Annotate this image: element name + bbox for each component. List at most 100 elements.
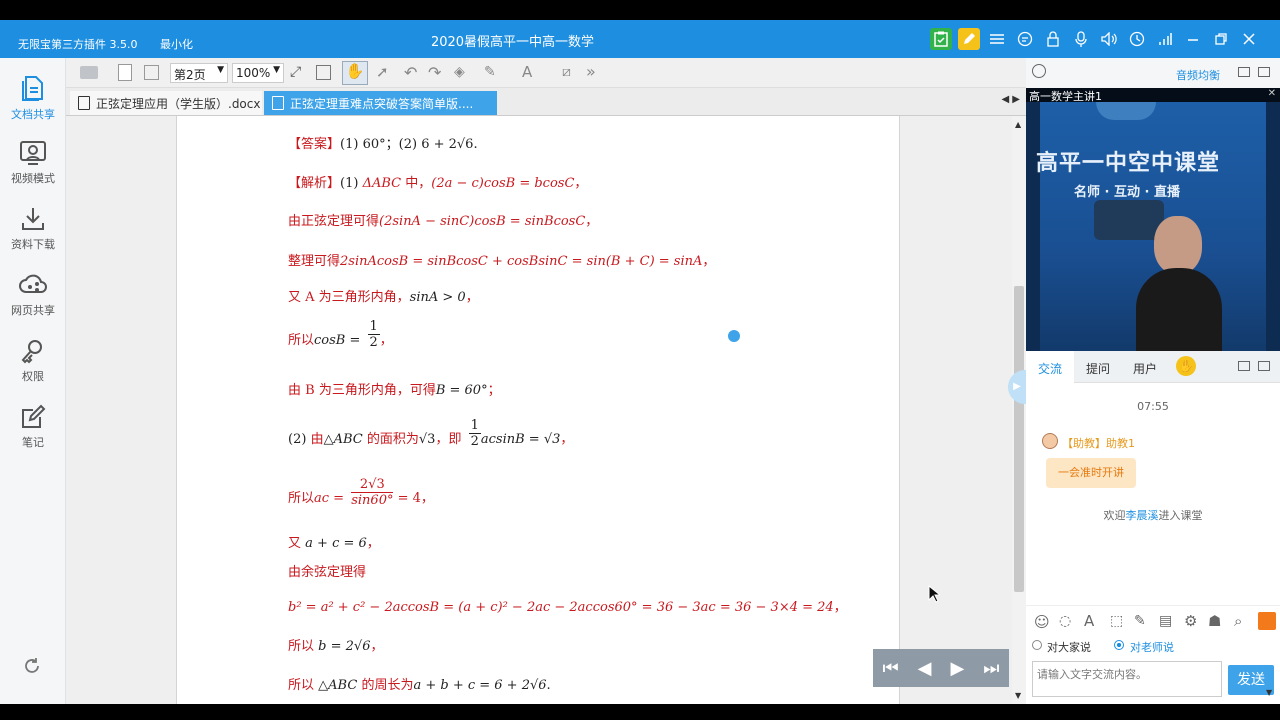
open-folder-icon[interactable] bbox=[80, 66, 98, 79]
sidebar-item-video-mode[interactable]: 视频模式 bbox=[0, 140, 66, 186]
next-page-icon[interactable]: ▶ bbox=[950, 658, 964, 679]
tab-label: 正弦定理重难点突破答案简单版.... bbox=[290, 97, 474, 111]
message-icon[interactable] bbox=[1014, 28, 1036, 50]
cosb-lhs: cosB = bbox=[314, 333, 361, 348]
simplify-line: 整理可得2sinAcosB = sinBcosC + cosBsinC = si… bbox=[288, 250, 715, 269]
voice-icon[interactable]: ⌕ bbox=[1234, 612, 1242, 630]
first-page-icon[interactable]: ⏮ bbox=[882, 658, 898, 679]
download-icon bbox=[22, 208, 44, 230]
chat-scroll-down-icon[interactable]: ▼ bbox=[1266, 688, 1272, 697]
undo-icon[interactable]: ↶ bbox=[404, 63, 417, 82]
analysis-triangle: ΔABC bbox=[362, 176, 402, 191]
answer-sep: ； bbox=[385, 137, 399, 152]
clipboard-icon[interactable] bbox=[930, 28, 952, 50]
chat-timestamp: 07:55 bbox=[1137, 400, 1169, 413]
chat-popout-icon[interactable] bbox=[1258, 361, 1270, 371]
bottom-black-bar bbox=[0, 704, 1280, 720]
eraser-icon[interactable]: ◈ bbox=[454, 64, 465, 80]
tab-users[interactable]: 用户 bbox=[1133, 360, 1157, 377]
scroll-up-icon[interactable]: ▲ bbox=[1015, 120, 1021, 129]
radio-all-icon[interactable] bbox=[1032, 640, 1042, 650]
tab-answer-version[interactable]: 正弦定理重难点突破答案简单版.... bbox=[264, 91, 497, 115]
pencil-icon[interactable] bbox=[958, 28, 980, 50]
window-restore-icon[interactable] bbox=[1210, 28, 1232, 50]
save-icon[interactable] bbox=[144, 65, 159, 80]
sidebar-item-label: 视频模式 bbox=[11, 172, 55, 185]
analysis-line: 【解析】(1) ΔABC 中，(2a − c)cosB = bcosC， bbox=[288, 172, 587, 191]
page-navigation: ⏮ ◀ ▶ ⏭ bbox=[873, 649, 1009, 687]
fit-page-icon[interactable]: ⤢ bbox=[290, 64, 301, 80]
refresh-icon[interactable] bbox=[22, 656, 42, 680]
b-value-line: 所以 b = 2√6， bbox=[288, 635, 383, 654]
shape-tool-icon[interactable]: ⧄ bbox=[562, 64, 571, 80]
fullscreen-icon[interactable] bbox=[316, 65, 331, 80]
microphone-icon[interactable] bbox=[1070, 28, 1092, 50]
hand-tool-icon[interactable]: ✋ bbox=[342, 61, 368, 85]
sidebar-item-label: 权限 bbox=[22, 370, 44, 383]
new-page-icon[interactable] bbox=[118, 64, 132, 81]
clipboard-copy-icon[interactable]: ▤ bbox=[1159, 613, 1172, 629]
angle-a-inequality: sinA > 0 bbox=[409, 290, 466, 305]
sidebar-item-document-share[interactable]: 文档共享 bbox=[0, 74, 66, 122]
gift-icon[interactable] bbox=[1258, 612, 1276, 630]
screenshot-icon[interactable]: ⬚ bbox=[1110, 613, 1123, 629]
chat-tab-bar: 交流 提问 用户 ✋ bbox=[1026, 351, 1280, 383]
tab-questions[interactable]: 提问 bbox=[1086, 360, 1110, 377]
teacher-figure bbox=[1136, 208, 1222, 351]
chat-maximize-icon[interactable] bbox=[1238, 361, 1250, 371]
avatar bbox=[1042, 433, 1058, 449]
radio-teacher-label[interactable]: 对老师说 bbox=[1130, 639, 1174, 655]
page-select[interactable]: 第2页 ▼ bbox=[170, 63, 228, 83]
teacher-video: 高一数学主讲1 ✕ 高平一中空中课堂 名师 · 互动 · 直播 bbox=[1026, 88, 1280, 351]
document-scrollbar[interactable]: ▲ ▼ bbox=[1012, 116, 1026, 704]
scrollbar-thumb[interactable] bbox=[1014, 286, 1024, 592]
tab-student-version[interactable]: 正弦定理应用（学生版）.docx bbox=[70, 91, 262, 115]
sidebar-item-download[interactable]: 资料下载 bbox=[0, 206, 66, 252]
lock-icon[interactable] bbox=[1042, 28, 1064, 50]
pen-tool-icon[interactable]: ✎ bbox=[484, 64, 496, 80]
ac-text: 所以 bbox=[288, 491, 315, 506]
perimeter-end: . bbox=[546, 678, 551, 693]
menu-icon[interactable] bbox=[986, 28, 1008, 50]
scroll-down-icon[interactable]: ▼ bbox=[1015, 691, 1021, 700]
screen-icon[interactable] bbox=[1238, 67, 1250, 77]
font-icon[interactable]: A bbox=[1084, 612, 1094, 630]
clock-icon[interactable] bbox=[1126, 28, 1148, 50]
raise-hand-icon[interactable]: ✋ bbox=[1176, 356, 1196, 376]
audio-balance-link[interactable]: 音频均衡 bbox=[1176, 67, 1220, 83]
previous-page-icon[interactable]: ◀ bbox=[918, 658, 932, 679]
sidebar-item-web-share[interactable]: 网页共享 bbox=[0, 272, 66, 318]
angle-b-text: 由 B 为三角形内角，可得 bbox=[288, 383, 436, 398]
window-minimize-icon[interactable] bbox=[1182, 28, 1204, 50]
image-edit-icon[interactable]: ✎ bbox=[1134, 613, 1146, 629]
window-close-icon[interactable] bbox=[1238, 28, 1260, 50]
sine-law-text: 由正弦定理可得 bbox=[288, 214, 380, 229]
sidebar-item-notes[interactable]: 笔记 bbox=[0, 404, 66, 450]
chat-bubble-icon[interactable]: ◌ bbox=[1059, 613, 1071, 629]
radio-teacher-icon[interactable] bbox=[1114, 640, 1124, 650]
more-tools-icon[interactable]: » bbox=[586, 62, 596, 81]
radio-all-label[interactable]: 对大家说 bbox=[1047, 639, 1091, 655]
audio-icon[interactable] bbox=[1032, 64, 1046, 78]
sidebar-item-permissions[interactable]: 权限 bbox=[0, 338, 66, 384]
settings-gear-icon[interactable]: ⚙ bbox=[1184, 612, 1197, 630]
select-arrow-icon[interactable]: ➚ bbox=[376, 63, 389, 81]
chat-input[interactable]: 请输入文字交流内容。 bbox=[1032, 661, 1222, 697]
answer-end: . bbox=[473, 137, 478, 152]
zoom-select[interactable]: 100% ▼ bbox=[232, 63, 284, 83]
text-tool-icon[interactable]: A bbox=[522, 63, 532, 81]
last-page-icon[interactable]: ⏭ bbox=[983, 658, 999, 679]
emoji-icon[interactable]: ☺ bbox=[1034, 613, 1050, 631]
speaker-icon[interactable] bbox=[1098, 28, 1120, 50]
banner-sub: 名师 · 互动 · 直播 bbox=[1074, 185, 1180, 200]
video-close-icon[interactable]: ✕ bbox=[1268, 88, 1276, 99]
simplify-text: 整理可得 bbox=[288, 254, 341, 269]
popout-icon[interactable] bbox=[1258, 67, 1270, 77]
user-group-icon[interactable]: ☗ bbox=[1208, 612, 1221, 630]
ac-lhs: ac = bbox=[314, 491, 345, 506]
redo-icon[interactable]: ↷ bbox=[428, 63, 441, 82]
welcome-name[interactable]: 李晨溪 bbox=[1126, 509, 1159, 522]
tab-scroll-arrows[interactable]: ◀ ▶ bbox=[1001, 94, 1020, 105]
area-end: ， bbox=[560, 432, 574, 447]
tab-chat[interactable]: 交流 bbox=[1038, 360, 1062, 377]
